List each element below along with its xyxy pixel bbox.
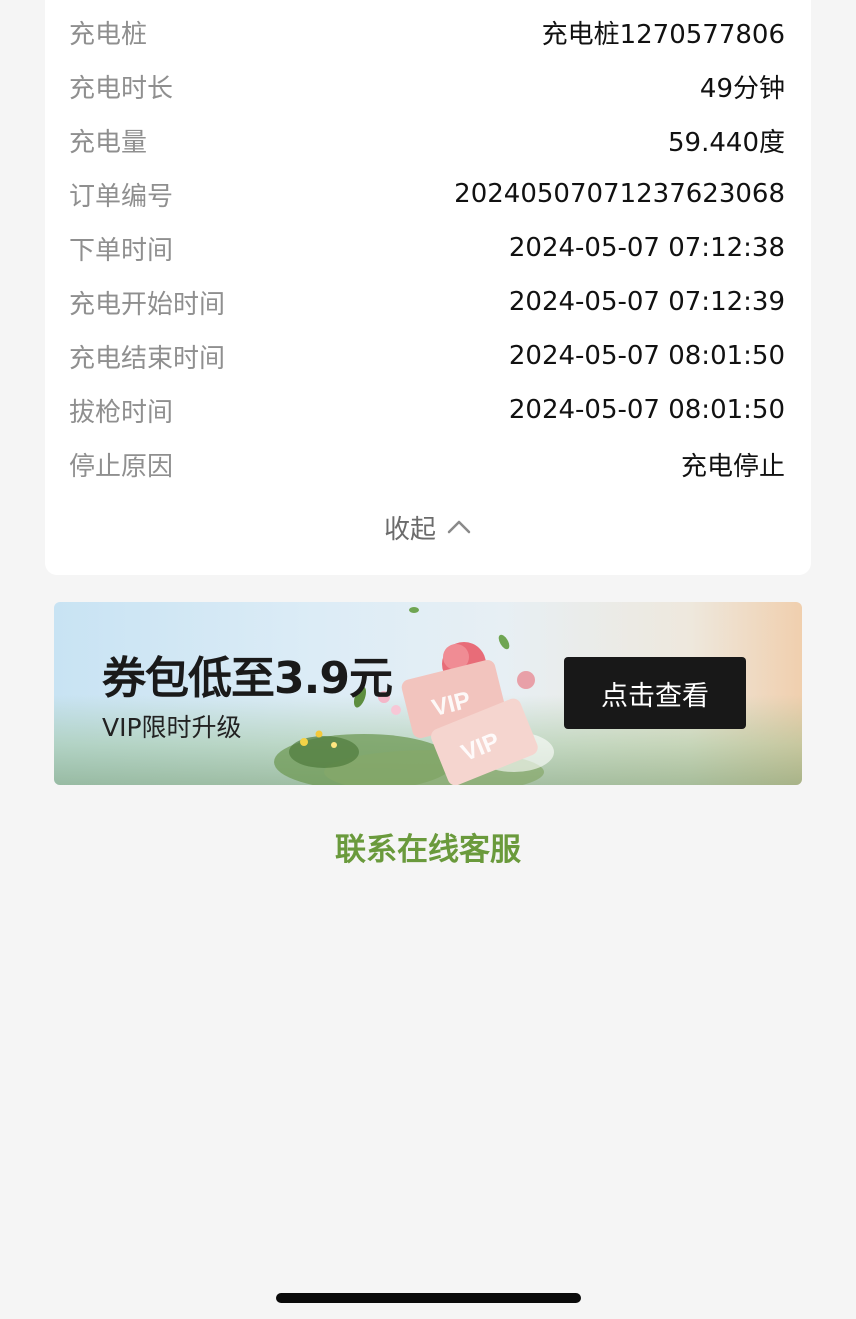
detail-label: 充电桩 [69,19,148,50]
detail-row-stop-reason: 停止原因 充电停止 [69,444,785,484]
detail-value: 59.440度 [668,127,785,158]
order-details-card: 充电桩 充电桩1270577806 充电时长 49分钟 充电量 59.440度 … [45,0,811,575]
detail-value: 2024-05-07 08:01:50 [508,395,785,425]
contact-support-link[interactable]: 联系在线客服 [0,824,856,869]
detail-value: 20240507071237623068 [454,179,785,209]
banner-title: 券包低至3.9元 [102,653,393,704]
detail-label: 停止原因 [69,451,174,482]
detail-value: 49分钟 [699,73,785,104]
detail-value: 2024-05-07 07:12:38 [508,233,785,263]
detail-row-start-time: 充电开始时间 2024-05-07 07:12:39 [69,282,785,322]
detail-row-order-number: 订单编号 20240507071237623068 [69,174,785,214]
detail-label: 充电开始时间 [69,289,226,320]
detail-label: 下单时间 [69,235,174,266]
banner-subtitle: VIP限时升级 [102,713,242,742]
detail-value: 2024-05-07 08:01:50 [508,341,785,371]
detail-row-end-time: 充电结束时间 2024-05-07 08:01:50 [69,336,785,376]
detail-row-charger: 充电桩 充电桩1270577806 [69,12,785,52]
collapse-label: 收起 [383,514,436,545]
detail-row-duration: 充电时长 49分钟 [69,66,785,106]
vip-promo-banner[interactable]: VIP VIP 券包低至3.9元 VIP限时升级 点击查看 [54,602,802,785]
chevron-up-icon [447,520,471,534]
detail-value: 充电桩1270577806 [541,19,785,50]
detail-label: 充电量 [69,127,148,158]
detail-label: 充电时长 [69,73,174,104]
detail-label: 充电结束时间 [69,343,226,374]
detail-row-energy: 充电量 59.440度 [69,120,785,160]
home-indicator[interactable] [276,1293,581,1303]
collapse-button[interactable]: 收起 [45,507,811,547]
detail-row-unplug-time: 拔枪时间 2024-05-07 08:01:50 [69,390,785,430]
detail-row-order-time: 下单时间 2024-05-07 07:12:38 [69,228,785,268]
detail-label: 拔枪时间 [69,397,174,428]
detail-label: 订单编号 [69,181,174,212]
detail-value: 充电停止 [680,451,785,482]
view-button[interactable]: 点击查看 [564,657,746,729]
detail-value: 2024-05-07 07:12:39 [508,287,785,317]
